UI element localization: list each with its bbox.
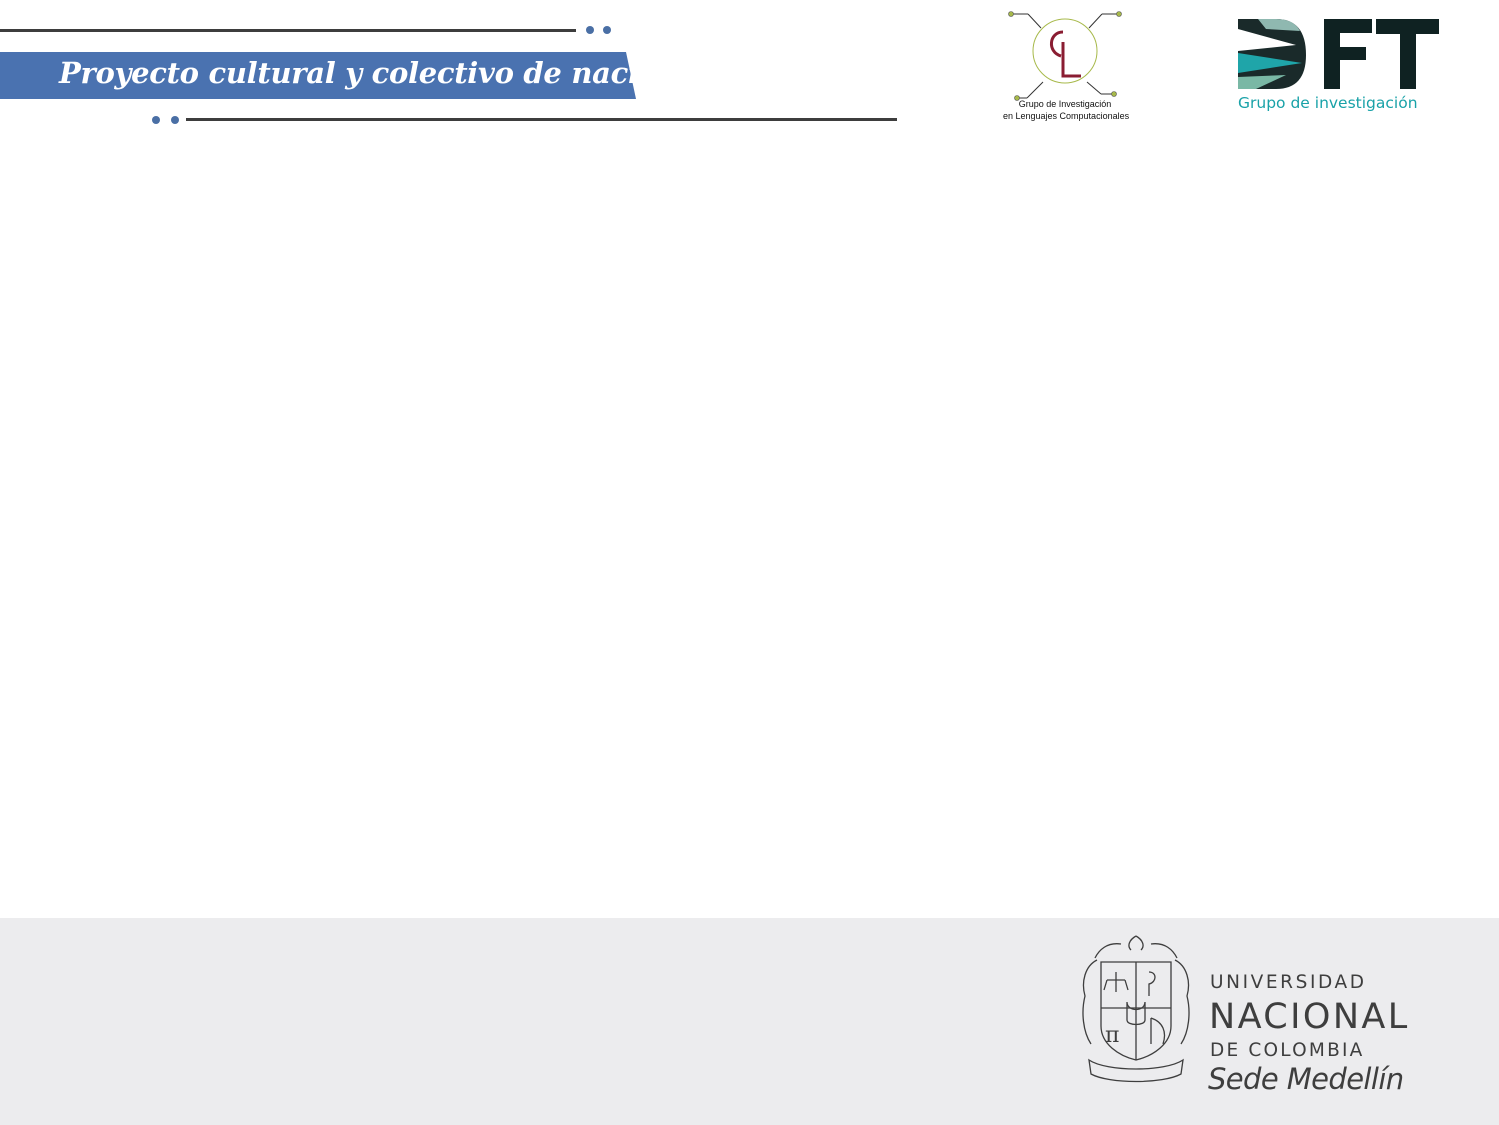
dft-logo-icon <box>1238 19 1439 89</box>
university-crest-icon: π <box>1082 935 1190 1083</box>
svg-text:π: π <box>1105 1023 1119 1048</box>
cl-caption-line1: Grupo de Investigación <box>1018 99 1112 109</box>
decorative-dot <box>171 116 179 124</box>
university-name-line1: UNIVERSIDAD <box>1210 972 1367 993</box>
cl-caption-line2: en Lenguajes Computacionales <box>1003 111 1130 121</box>
university-name-line3: DE COLOMBIA <box>1210 1040 1365 1061</box>
banner-title: Proyecto cultural y colectivo de nación <box>59 56 679 90</box>
top-rule <box>0 29 576 32</box>
dft-caption: Grupo de investigación <box>1238 94 1418 112</box>
university-name-line2: NACIONAL <box>1209 997 1410 1037</box>
university-campus: Sede Medellín <box>1208 1062 1404 1096</box>
decorative-dot <box>603 26 611 34</box>
decorative-dot <box>586 26 594 34</box>
bottom-rule <box>186 118 897 121</box>
decorative-dot <box>152 116 160 124</box>
